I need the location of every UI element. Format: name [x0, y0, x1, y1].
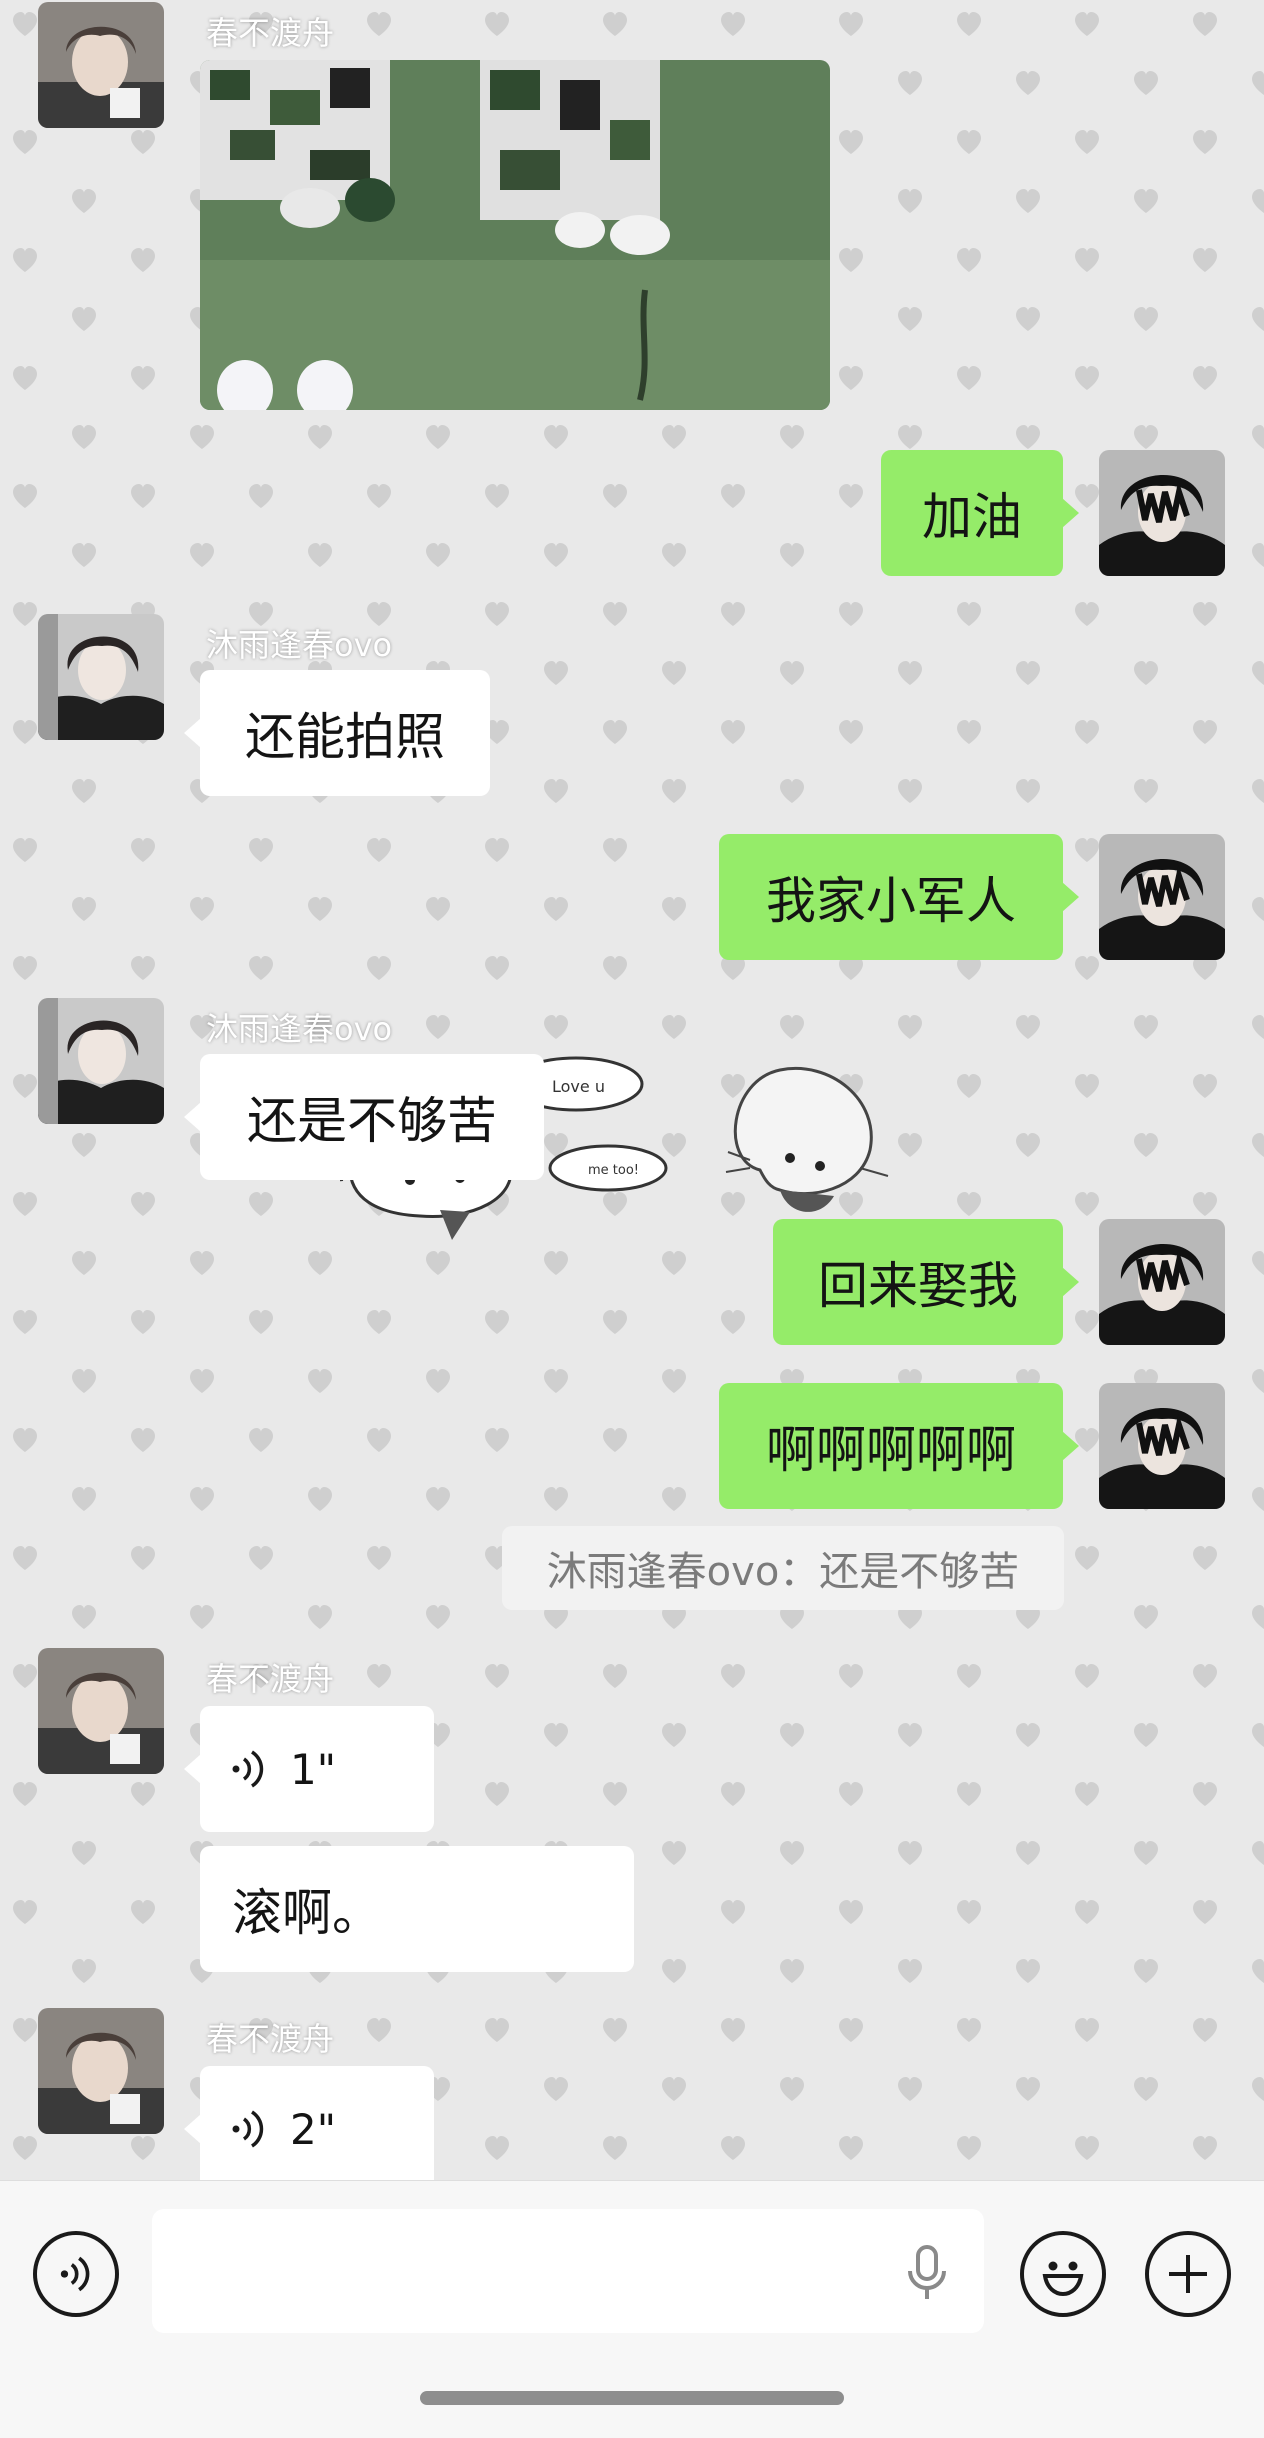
avatar-self[interactable] — [1099, 1219, 1225, 1345]
avatar-self[interactable] — [1099, 1383, 1225, 1509]
message-bubble-other[interactable]: 还能拍照 — [184, 670, 490, 796]
voice-message[interactable]: 2" — [184, 2066, 434, 2180]
voice-duration: 2" — [290, 2104, 337, 2154]
plus-icon — [1169, 2255, 1207, 2293]
sender-name: 春不渡舟 — [206, 1660, 335, 1698]
avatar-muyufengchun[interactable] — [38, 998, 164, 1124]
voice-wave-icon — [232, 2110, 264, 2148]
plus-button[interactable] — [1145, 2231, 1231, 2317]
sender-name: 春不渡舟 — [206, 2020, 335, 2058]
sender-name: 春不渡舟 — [206, 14, 335, 52]
voice-mode-icon — [60, 2256, 90, 2292]
voice-message[interactable]: 1" — [184, 1706, 434, 1832]
input-toolbar — [0, 2180, 1264, 2438]
message-bubble-other[interactable]: 还是不够苦 — [184, 1054, 544, 1180]
home-indicator[interactable] — [420, 2391, 844, 2405]
microphone-icon[interactable] — [904, 2245, 950, 2301]
sender-name: 沐雨逢春ovo — [206, 1010, 393, 1048]
voice-mode-button[interactable] — [33, 2231, 119, 2317]
sticker-text-love: Love u — [552, 1077, 605, 1096]
avatar-chunbuduzhou[interactable] — [38, 1648, 164, 1774]
avatar-self[interactable] — [1099, 834, 1225, 960]
message-bubble-self[interactable]: 我家小军人 — [719, 834, 1079, 960]
message-bubble-self[interactable]: 啊啊啊啊啊 — [719, 1383, 1079, 1509]
avatar-chunbuduzhou[interactable] — [38, 2, 164, 128]
message-input[interactable] — [152, 2209, 984, 2333]
avatar-muyufengchun[interactable] — [38, 614, 164, 740]
sender-name: 沐雨逢春ovo — [206, 626, 393, 664]
voice-duration: 1" — [290, 1744, 337, 1794]
message-bubble-self[interactable]: 加油 — [881, 450, 1079, 576]
avatar-self[interactable] — [1099, 450, 1225, 576]
avatar-chunbuduzhou[interactable] — [38, 2008, 164, 2134]
voice-wave-icon — [232, 1750, 264, 1788]
quoted-message[interactable]: 沐雨逢春ovo：还是不够苦 — [502, 1526, 1064, 1610]
message-bubble-other[interactable]: 滚啊。 — [200, 1846, 634, 1972]
chat-area[interactable]: 春不渡舟 加油 沐雨逢春ovo 还能拍照 我家小军人 Love u me too… — [0, 0, 1264, 2180]
sticker-text-metoo: me too! — [588, 1163, 639, 1178]
message-bubble-self[interactable]: 回来娶我 — [773, 1219, 1079, 1345]
emoji-button[interactable] — [1020, 2231, 1106, 2317]
emoji-icon — [1042, 2261, 1084, 2297]
photo-message[interactable] — [200, 60, 830, 410]
